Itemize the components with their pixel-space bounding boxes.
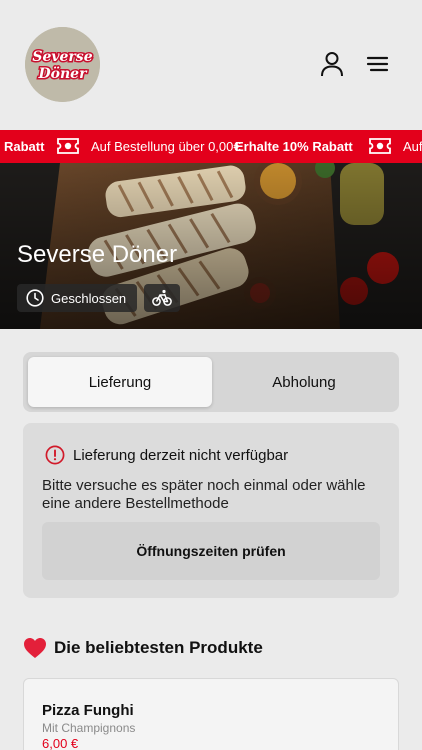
discount-ticket-icon xyxy=(369,138,391,154)
restaurant-name: Severse Döner xyxy=(17,241,178,268)
logo-text-line2: Döner xyxy=(38,66,89,82)
hero-banner: Severse Döner Geschlossen xyxy=(0,163,422,329)
product-description: Mit Champignons xyxy=(42,721,136,735)
popular-products-heading: Die beliebtesten Produkte xyxy=(23,637,263,659)
hamburger-menu-icon xyxy=(366,56,389,72)
order-mode-toggle: Lieferung Abholung xyxy=(23,352,399,412)
popular-products-title: Die beliebtesten Produkte xyxy=(54,638,263,657)
opening-status-badge: Geschlossen xyxy=(17,284,137,312)
menu-button[interactable] xyxy=(364,50,390,78)
product-price: 6,00 € xyxy=(42,736,79,750)
discount-ticket-icon xyxy=(57,138,79,154)
ticker-text-4: Auf xyxy=(403,139,422,154)
account-button[interactable] xyxy=(319,50,345,78)
notice-header: Lieferung derzeit nicht verfügbar xyxy=(45,445,288,465)
check-opening-hours-button[interactable]: Öffnungszeiten prüfen xyxy=(42,522,380,580)
product-card[interactable]: Pizza Funghi Mit Champignons 6,00 € xyxy=(23,678,399,750)
clock-icon xyxy=(26,289,44,307)
header: Severse Döner xyxy=(0,0,422,130)
delivery-badge xyxy=(144,284,180,312)
ticker-text-1: Rabatt xyxy=(4,139,45,154)
ticker-text-2: Auf Bestellung über 0,00€ xyxy=(91,139,241,154)
notice-message: Bitte versuche es später noch einmal ode… xyxy=(42,477,366,512)
delivery-unavailable-notice: Lieferung derzeit nicht verfügbar Bitte … xyxy=(23,423,399,598)
user-icon xyxy=(321,52,343,77)
tab-delivery[interactable]: Lieferung xyxy=(28,357,212,407)
heart-icon xyxy=(24,638,46,658)
notice-title: Lieferung derzeit nicht verfügbar xyxy=(73,446,289,464)
app-screen: Severse Döner Rabatt Auf Bestellung über… xyxy=(0,0,422,750)
logo-text-line1: Severse xyxy=(32,49,92,65)
info-circle-icon xyxy=(45,445,65,465)
tab-pickup[interactable]: Abholung xyxy=(212,357,396,407)
bicycle-icon xyxy=(152,289,172,306)
ticker-text-3: Erhalte 10% Rabatt xyxy=(235,139,353,154)
opening-status-text: Geschlossen xyxy=(51,290,127,306)
product-name: Pizza Funghi xyxy=(42,702,134,719)
promo-ticker[interactable]: Rabatt Auf Bestellung über 0,00€ Erhalte… xyxy=(0,130,422,163)
restaurant-logo[interactable]: Severse Döner xyxy=(25,27,100,102)
logo-graphic: Severse Döner xyxy=(25,27,100,102)
